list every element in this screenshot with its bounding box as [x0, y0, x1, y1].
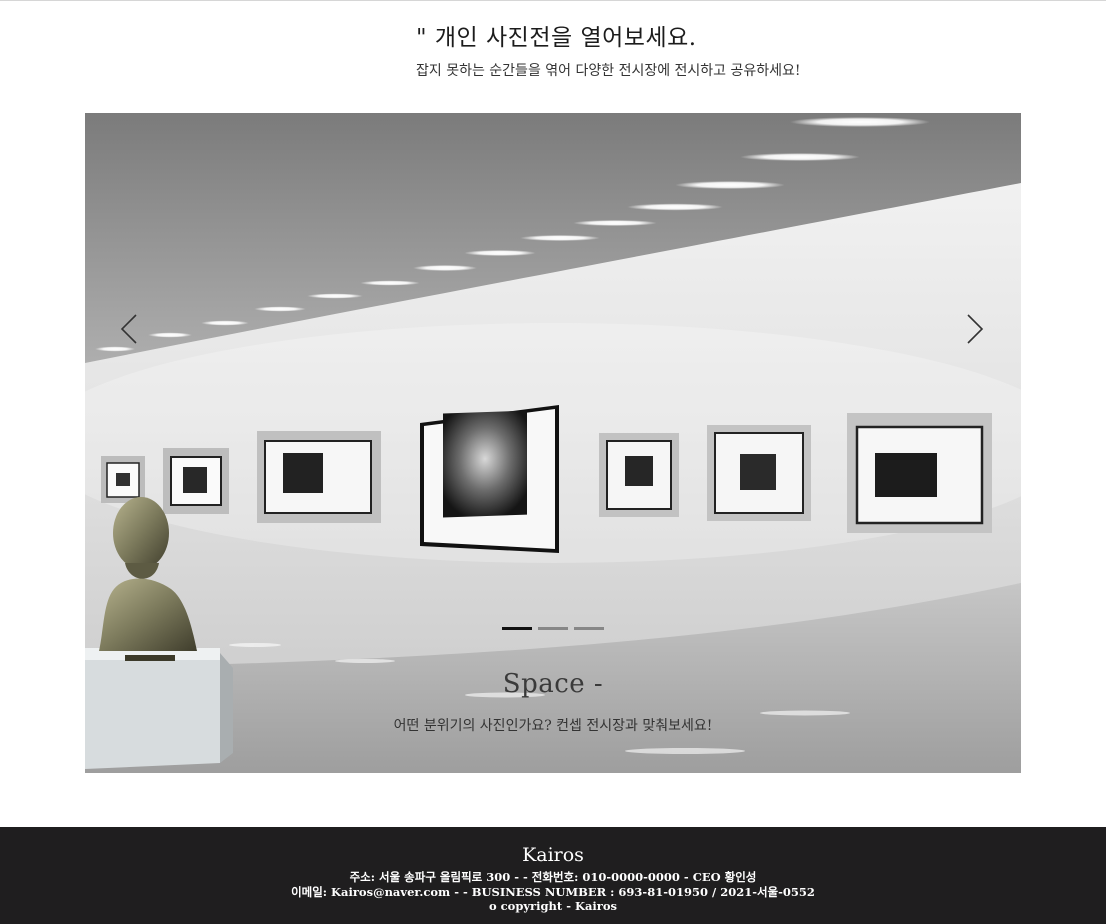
carousel-indicator[interactable] [502, 627, 532, 630]
footer-brand: Kairos [522, 844, 584, 866]
intro-section: " 개인 사진전을 열어보세요. 잡지 못하는 순간들을 엮어 다양한 전시장에… [0, 0, 1106, 112]
slide-caption-text: 어떤 분위기의 사진인가요? 컨셉 전시장과 맞춰보세요! [393, 718, 713, 734]
footer-contact: 이메일: Kairos@naver.com - - BUSINESS NUMBE… [291, 885, 815, 899]
carousel-indicators [502, 626, 612, 632]
carousel-indicator[interactable] [538, 627, 568, 630]
gallery-carousel: Space - 어떤 분위기의 사진인가요? 컨셉 전시장과 맞춰보세요! [85, 113, 1021, 773]
slide-caption-title: Space - [502, 669, 604, 699]
footer-address: 주소: 서울 송파구 올림픽로 300 - - 전화번호: 010-0000-0… [349, 870, 757, 884]
chevron-left-icon [120, 314, 137, 344]
chevron-right-icon [967, 314, 984, 344]
carousel-prev-button[interactable] [115, 309, 143, 349]
site-footer: Kairos 주소: 서울 송파구 올림픽로 300 - - 전화번호: 010… [0, 827, 1106, 924]
carousel-indicator[interactable] [574, 627, 604, 630]
carousel-next-button[interactable] [961, 309, 989, 349]
intro-title: " 개인 사진전을 열어보세요. [416, 25, 697, 51]
footer-copyright: o copyright - Kairos [488, 899, 617, 913]
intro-subtitle: 잡지 못하는 순간들을 엮어 다양한 전시장에 전시하고 공유하세요! [416, 63, 801, 79]
